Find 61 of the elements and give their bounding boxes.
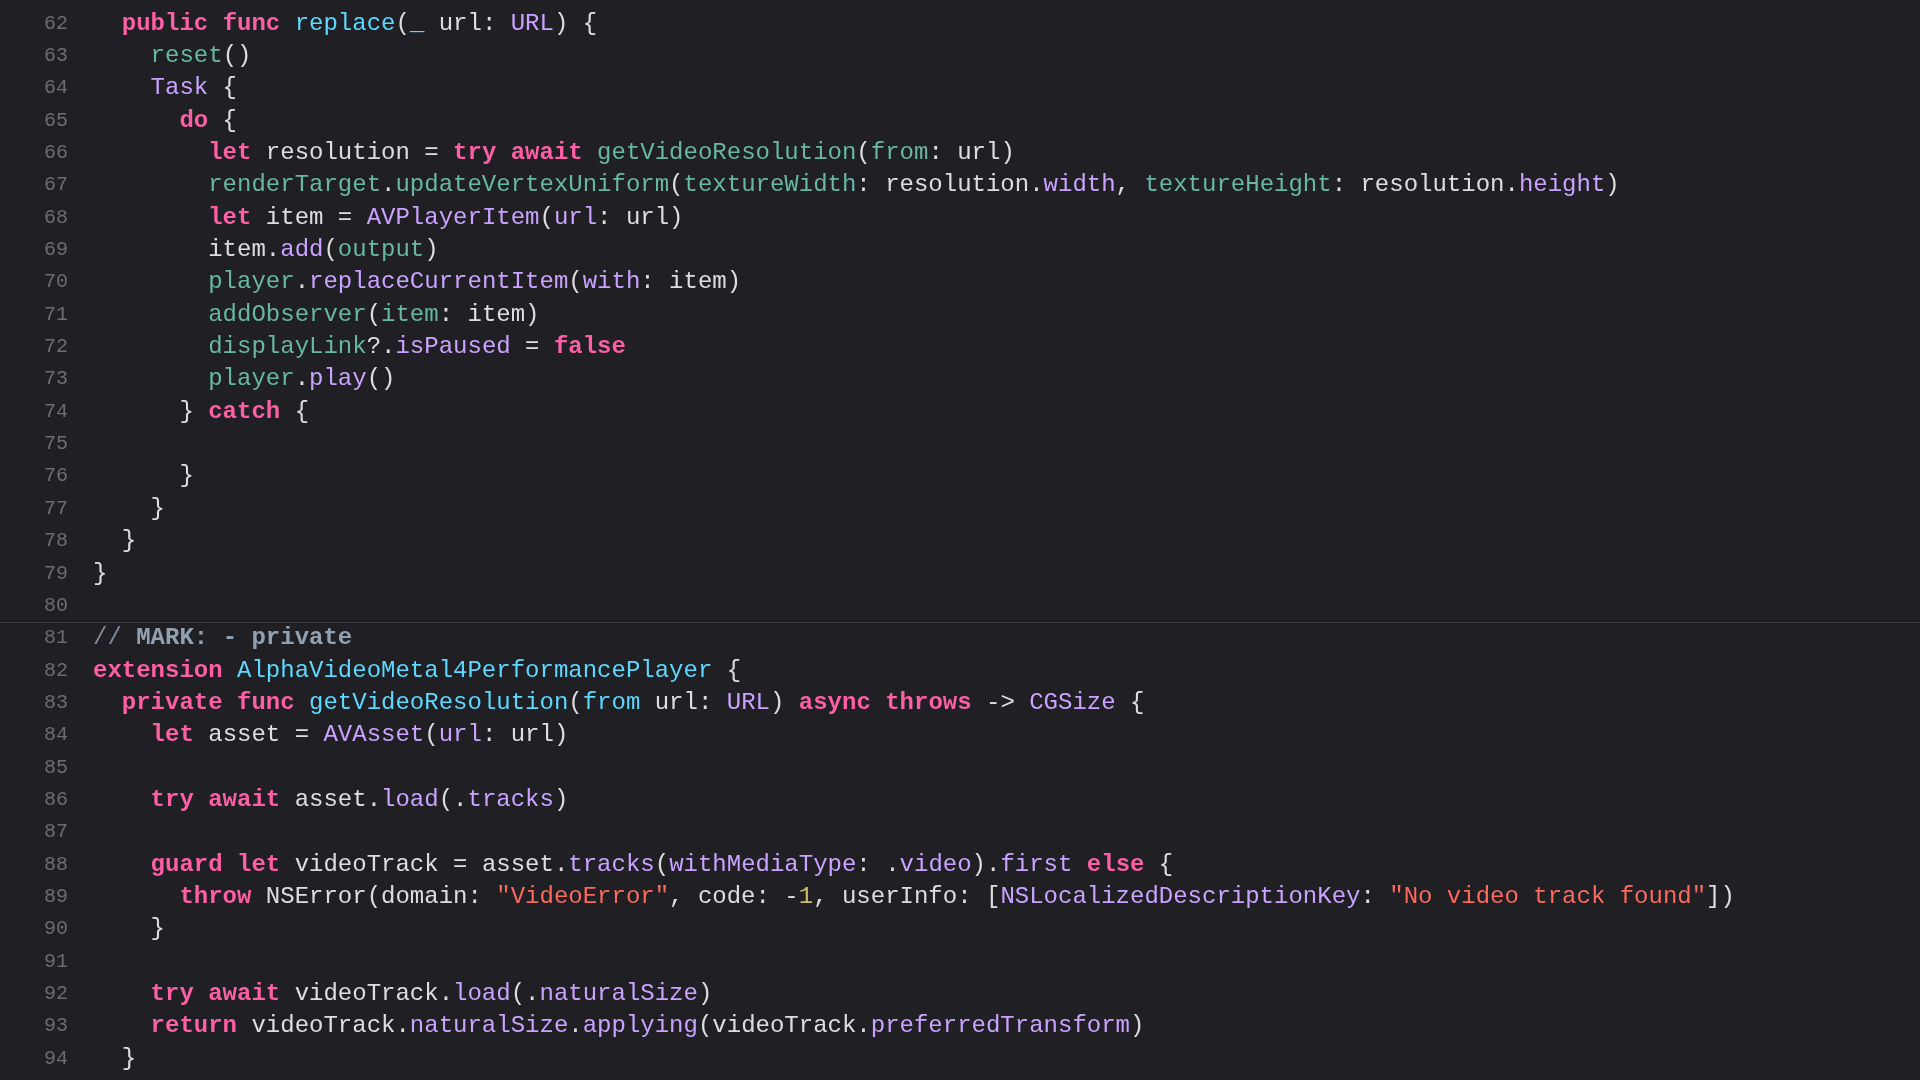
- line-number: 89: [44, 884, 68, 908]
- code-line: addObserver(item: item): [207, 300, 540, 328]
- code-line: Task {: [149, 74, 238, 102]
- code-line: private func getVideoResolution(from url: URL) async throws -> CGSize {: [120, 688, 1145, 716]
- line-number: 66: [44, 141, 68, 165]
- line-number: 90: [44, 917, 68, 941]
- line-number: 62: [44, 11, 68, 35]
- line-number: 64: [44, 76, 68, 100]
- code-line: try await videoTrack.load(.naturalSize): [149, 980, 713, 1007]
- code-line: extension AlphaVideoMetal4PerformancePlayer {: [93, 656, 742, 684]
- line-number: 71: [44, 302, 68, 326]
- code-line: }: [120, 1044, 137, 1072]
- line-number: 72: [44, 335, 68, 359]
- line-number: 63: [44, 44, 68, 67]
- code-line: do {: [178, 106, 238, 134]
- code-line: let item = AVPlayerItem(url: url): [207, 203, 684, 231]
- line-number: 91: [44, 949, 68, 973]
- line-number: 88: [44, 852, 68, 876]
- line-number: 92: [44, 982, 68, 1005]
- line-number: 82: [44, 658, 68, 682]
- line-number: 67: [44, 173, 68, 197]
- code-line: let asset = AVAsset(url: url): [149, 721, 569, 749]
- code-line: public func replace(_ url: URL) {: [120, 9, 598, 37]
- code-line: try await asset.load(.tracks): [149, 785, 569, 813]
- code-line: }: [149, 915, 165, 943]
- code-line: renderTarget.updateVertexUniform(textureWidth: resolution.width, textureHeight: resolution.height): [207, 171, 1620, 199]
- code-line: }: [178, 462, 194, 490]
- code-line: }: [93, 559, 108, 587]
- code-line: throw NSError(domain: "VideoError", code: -1, userInfo: [NSLocalizedDescriptionKey: "No video track found"]): [178, 882, 1735, 910]
- code-line: guard let videoTrack = asset.tracks(withMediaType: .video).first else {: [149, 850, 1174, 878]
- code-line: player.replaceCurrentItem(with: item): [207, 268, 742, 296]
- line-number: 74: [44, 399, 68, 423]
- line-number: 84: [44, 723, 68, 747]
- line-number: 75: [44, 432, 68, 456]
- line-number: 78: [44, 529, 68, 553]
- code-line: displayLink?.isPaused = false: [207, 333, 626, 361]
- line-number: 86: [44, 787, 68, 811]
- code-line: item.add(output): [207, 236, 439, 264]
- line-number: 80: [44, 593, 68, 617]
- line-number: 68: [44, 205, 68, 229]
- code-line: player.play(): [207, 365, 396, 393]
- line-number: 76: [44, 464, 68, 488]
- line-number: 69: [44, 238, 68, 262]
- line-number: 87: [44, 820, 68, 844]
- line-number: 73: [44, 367, 68, 391]
- code-line: return videoTrack.naturalSize.applying(videoTrack.preferredTransform): [149, 1012, 1145, 1040]
- code-line: }: [149, 494, 165, 522]
- code-line: // MARK: - private: [93, 624, 353, 652]
- line-number: 93: [44, 1014, 68, 1038]
- code-line: }: [120, 527, 137, 555]
- line-number: 65: [44, 108, 68, 132]
- line-number: 79: [44, 561, 68, 585]
- code-line: reset(): [149, 42, 252, 69]
- line-number: 81: [44, 626, 68, 650]
- line-number: 94: [44, 1046, 68, 1070]
- code-line: } catch {: [178, 397, 310, 425]
- line-number: 83: [44, 690, 68, 714]
- line-number: 77: [44, 496, 68, 520]
- line-number: 85: [44, 755, 68, 779]
- line-number: 70: [44, 270, 68, 294]
- code-line: let resolution = try await getVideoResolution(from: url): [207, 139, 1015, 167]
